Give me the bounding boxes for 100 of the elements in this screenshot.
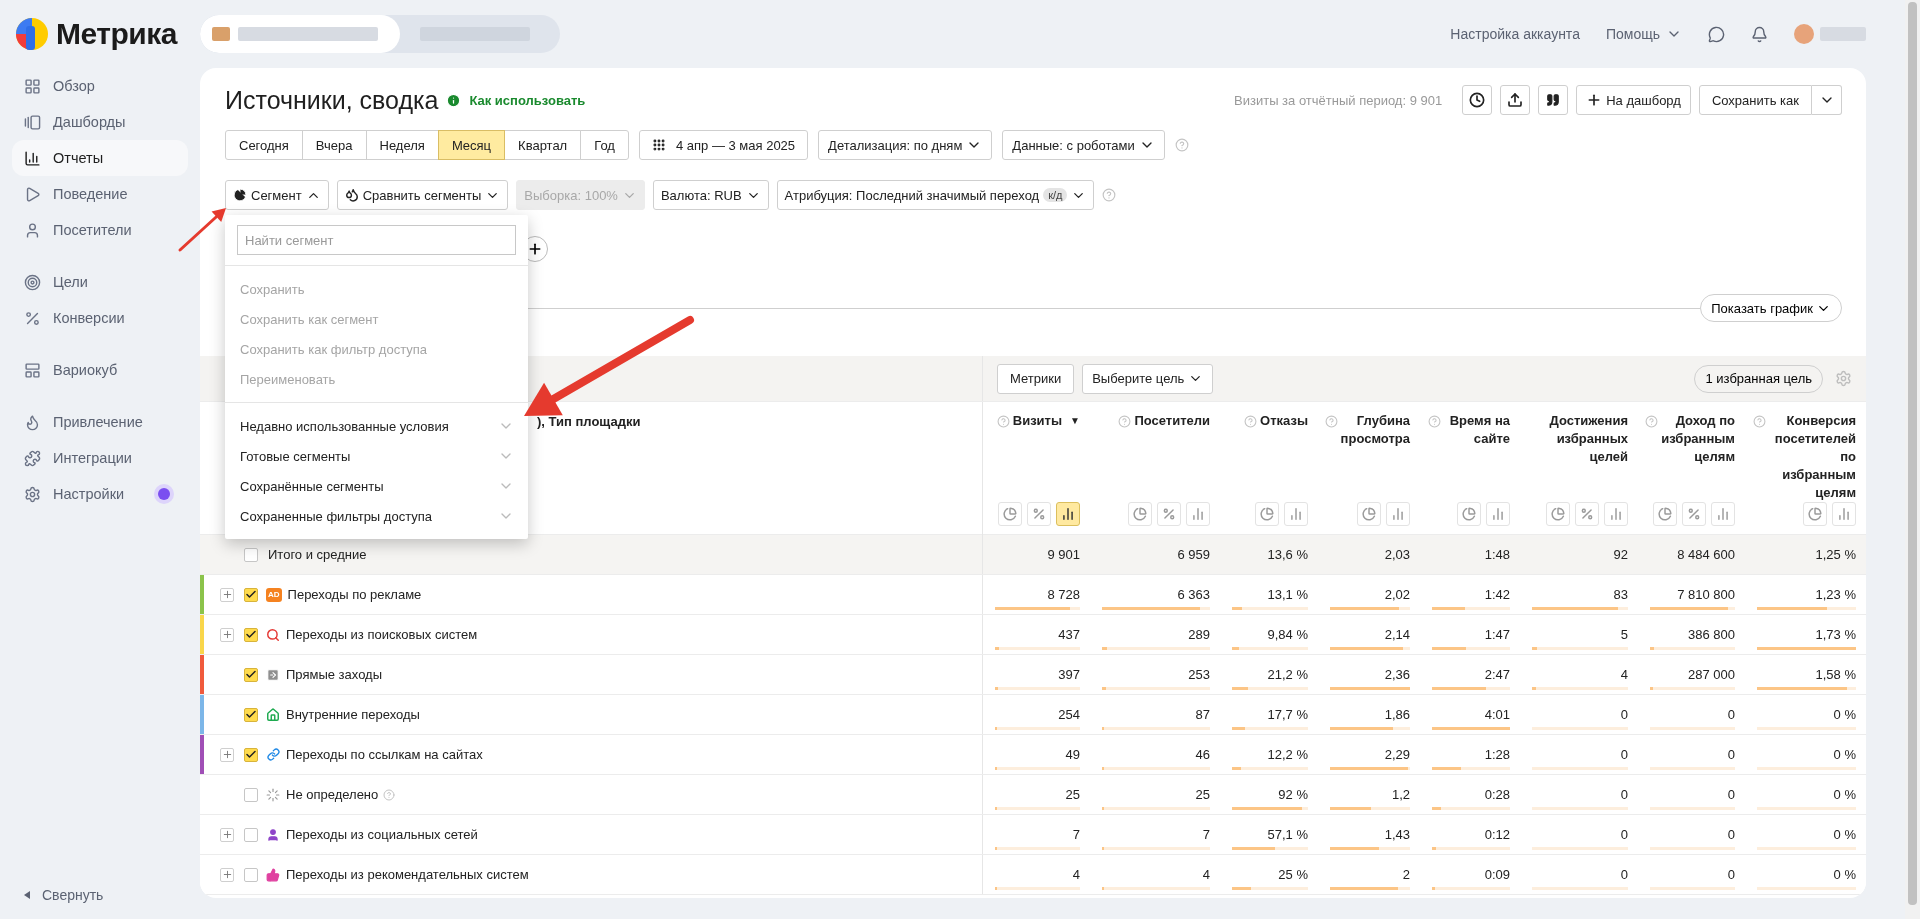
view-toggle[interactable] bbox=[1284, 502, 1308, 526]
sort-indicator[interactable]: ▼ bbox=[1070, 412, 1080, 430]
view-toggle[interactable] bbox=[998, 502, 1022, 526]
row-label[interactable]: Прямые заходы bbox=[286, 667, 382, 682]
expand-button[interactable] bbox=[220, 627, 234, 642]
sidebar-item[interactable]: Поведение bbox=[12, 176, 188, 212]
menu-section[interactable]: Сохраненные фильтры доступа bbox=[225, 501, 528, 531]
sidebar-item[interactable]: Настройки bbox=[12, 476, 188, 512]
expand-button[interactable] bbox=[220, 587, 234, 602]
account-settings-link[interactable]: Настройка аккаунта bbox=[1450, 26, 1580, 42]
help-icon[interactable] bbox=[1324, 415, 1338, 428]
add-to-dashboard-button[interactable]: На дашборд bbox=[1576, 85, 1691, 115]
column-header[interactable]: Доход по избранным целям bbox=[1661, 412, 1735, 466]
history-button[interactable] bbox=[1462, 85, 1493, 115]
menu-section[interactable]: Сохранённые сегменты bbox=[225, 471, 528, 501]
menu-section[interactable]: Готовые сегменты bbox=[225, 441, 528, 471]
checkbox[interactable] bbox=[244, 547, 258, 562]
view-toggle[interactable] bbox=[1027, 502, 1051, 526]
column-header[interactable]: Визиты bbox=[1012, 412, 1063, 430]
period-tab[interactable]: Вчера bbox=[301, 130, 367, 160]
show-chart-button[interactable]: Показать график bbox=[1700, 294, 1842, 322]
filter-dropdown[interactable]: Детализация: по дням bbox=[818, 130, 993, 160]
checkbox[interactable] bbox=[244, 707, 258, 722]
goal-dropdown[interactable]: Выберите цель bbox=[1082, 363, 1214, 394]
help-icon[interactable] bbox=[1753, 415, 1766, 428]
period-tab[interactable]: Месяц bbox=[437, 130, 506, 160]
period-tab[interactable]: Год bbox=[580, 130, 629, 160]
sidebar-item[interactable]: Конверсии bbox=[12, 300, 188, 336]
metrics-button[interactable]: Метрики bbox=[997, 363, 1075, 394]
checkbox[interactable] bbox=[244, 747, 258, 762]
period-tab[interactable]: Сегодня bbox=[225, 130, 303, 160]
sidebar-item[interactable]: Посетители bbox=[12, 212, 188, 248]
help-icon[interactable] bbox=[1118, 415, 1132, 428]
view-toggle[interactable] bbox=[1056, 502, 1080, 526]
checkbox[interactable] bbox=[244, 787, 258, 802]
help-icon[interactable] bbox=[1102, 188, 1117, 202]
period-tab[interactable]: Неделя bbox=[365, 130, 439, 160]
checkbox[interactable] bbox=[244, 867, 258, 882]
help-icon[interactable] bbox=[1244, 415, 1258, 428]
sidebar-item[interactable]: Дашборды bbox=[12, 104, 188, 140]
column-header[interactable]: Время на сайте bbox=[1444, 412, 1510, 448]
checkbox[interactable] bbox=[244, 587, 258, 602]
row-label[interactable]: Не определено bbox=[286, 787, 379, 802]
view-toggle[interactable] bbox=[1186, 502, 1210, 526]
sidebar-item[interactable]: Интеграции bbox=[12, 440, 188, 476]
expand-button[interactable] bbox=[220, 747, 234, 762]
segment-search-field[interactable]: Найти сегмент bbox=[237, 225, 516, 255]
segment-toolbar-button[interactable]: Сегмент bbox=[225, 180, 329, 210]
help-icon[interactable] bbox=[1645, 415, 1659, 428]
favorite-goals-button[interactable]: 1 избранная цель bbox=[1694, 364, 1823, 393]
help-menu[interactable]: Помощь bbox=[1605, 26, 1682, 42]
collapse-link[interactable]: Свернуть bbox=[0, 887, 200, 903]
share-button[interactable] bbox=[1500, 85, 1531, 115]
date-range-button[interactable]: 4 апр — 3 мая 2025 bbox=[638, 130, 809, 160]
chat-icon[interactable] bbox=[1708, 25, 1725, 43]
how-to-use-link[interactable]: Как использовать bbox=[469, 92, 586, 108]
view-toggle[interactable] bbox=[1682, 502, 1706, 526]
sidebar-item[interactable]: Цели bbox=[12, 264, 188, 300]
row-label[interactable]: Переходы из поисковых систем bbox=[286, 627, 478, 642]
row-label[interactable]: Переходы из социальных сетей bbox=[286, 827, 478, 842]
bell-icon[interactable] bbox=[1751, 25, 1768, 43]
checkbox[interactable] bbox=[244, 667, 258, 682]
view-toggle[interactable] bbox=[1255, 502, 1279, 526]
view-toggle[interactable] bbox=[1832, 502, 1856, 526]
column-header[interactable]: Посетители bbox=[1134, 412, 1210, 430]
row-label[interactable]: Переходы из рекомендательных систем bbox=[286, 867, 529, 882]
row-label[interactable]: Переходы по рекламе bbox=[287, 587, 422, 602]
view-toggle[interactable] bbox=[1457, 502, 1481, 526]
view-toggle[interactable] bbox=[1604, 502, 1628, 526]
segment-toolbar-button[interactable]: Валюта: RUB bbox=[652, 180, 769, 210]
account-selector[interactable] bbox=[200, 15, 560, 53]
view-toggle[interactable] bbox=[1486, 502, 1510, 526]
filter-dropdown[interactable]: Данные: с роботами bbox=[1002, 130, 1165, 160]
segment-toolbar-button[interactable]: Атрибуция: Последний значимый переход к/д bbox=[776, 180, 1095, 210]
sidebar-item[interactable]: Вариокуб bbox=[12, 352, 188, 388]
help-icon[interactable] bbox=[996, 415, 1010, 428]
view-toggle[interactable] bbox=[1575, 502, 1599, 526]
view-toggle[interactable] bbox=[1357, 502, 1381, 526]
sidebar-item[interactable]: Отчеты bbox=[12, 140, 188, 176]
view-toggle[interactable] bbox=[1653, 502, 1677, 526]
segment-toolbar-button[interactable]: Сравнить сегменты bbox=[336, 180, 509, 210]
view-toggle[interactable] bbox=[1386, 502, 1410, 526]
help-icon[interactable] bbox=[1428, 415, 1441, 428]
sidebar-item[interactable]: Привлечение bbox=[12, 404, 188, 440]
save-as-button[interactable]: Сохранить как bbox=[1698, 85, 1812, 115]
column-header[interactable]: Отказы bbox=[1260, 412, 1308, 430]
view-toggle[interactable] bbox=[1128, 502, 1152, 526]
expand-button[interactable] bbox=[220, 827, 234, 842]
scrollbar-thumb[interactable] bbox=[1908, 2, 1917, 905]
row-label[interactable]: Внутренние переходы bbox=[286, 707, 420, 722]
view-toggle[interactable] bbox=[1803, 502, 1827, 526]
column-header[interactable]: Достижения избранных целей bbox=[1540, 412, 1628, 466]
sidebar-item[interactable]: Обзор bbox=[12, 68, 188, 104]
expand-button[interactable] bbox=[220, 867, 234, 882]
checkbox[interactable] bbox=[244, 827, 258, 842]
period-tab[interactable]: Квартал bbox=[504, 130, 582, 160]
view-toggle[interactable] bbox=[1157, 502, 1181, 526]
help-icon[interactable] bbox=[1174, 138, 1189, 152]
avatar[interactable] bbox=[1794, 24, 1814, 44]
quote-button[interactable] bbox=[1538, 85, 1569, 115]
